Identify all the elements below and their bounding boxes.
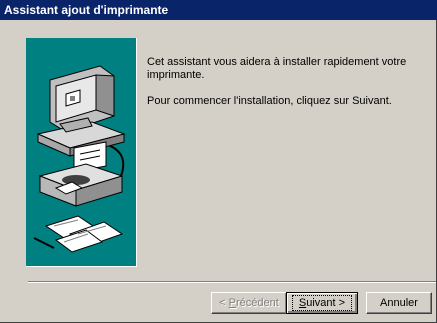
window-title: Assistant ajout d'imprimante bbox=[4, 3, 169, 17]
add-printer-wizard-window: Assistant ajout d'imprimante Cet assista… bbox=[0, 0, 437, 323]
wizard-illustration-panel bbox=[26, 38, 137, 267]
back-button[interactable]: < Précédent bbox=[211, 292, 287, 314]
title-bar: Assistant ajout d'imprimante bbox=[0, 0, 437, 20]
next-button[interactable]: Suivant > bbox=[286, 292, 358, 314]
documents-icon bbox=[33, 215, 124, 253]
printer-icon bbox=[38, 141, 124, 207]
wizard-illustration bbox=[33, 65, 126, 253]
wizard-intro-text: Cet assistant vous aidera à installer ra… bbox=[147, 56, 417, 121]
instruction-paragraph: Pour commencer l'installation, cliquez s… bbox=[147, 95, 392, 107]
computer-icon bbox=[36, 65, 126, 157]
intro-paragraph: Cet assistant vous aidera à installer ra… bbox=[147, 56, 407, 81]
cancel-button[interactable]: Annuler bbox=[366, 292, 432, 314]
button-separator bbox=[28, 281, 436, 283]
